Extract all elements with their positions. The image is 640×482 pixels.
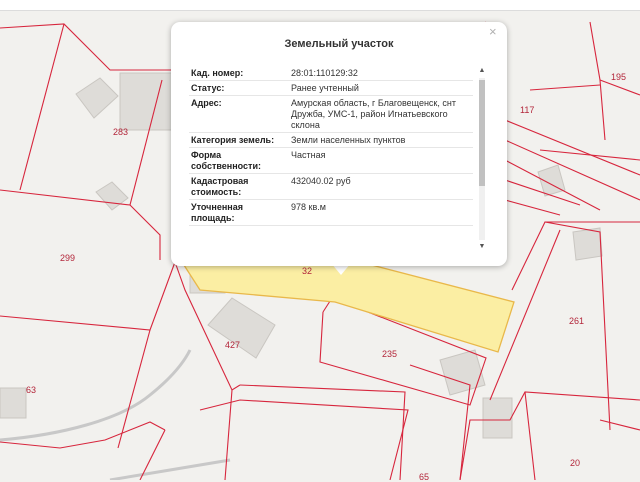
building	[572, 227, 603, 261]
parcel-label: 299	[60, 253, 76, 263]
info-key: Уточненная площадь:	[191, 202, 243, 223]
parcel-label: 283	[113, 127, 129, 137]
info-key: Кадастровая стоимость:	[191, 176, 249, 197]
building	[0, 387, 27, 419]
close-icon[interactable]: ×	[489, 25, 497, 39]
info-key: Кад. номер:	[191, 68, 244, 78]
info-key: Статус:	[191, 83, 225, 93]
info-row: Категория земель: Земли населенных пункт…	[189, 133, 473, 148]
parcel-label: 261	[569, 316, 585, 326]
scroll-up-icon[interactable]: ▲	[476, 66, 488, 76]
info-row: Кад. номер: 28:01:110129:32	[189, 66, 473, 81]
parcel-info-popup: × Земельный участок Кад. номер: 28:01:11…	[171, 22, 507, 266]
info-value: Частная	[291, 150, 326, 160]
info-row: Статус: Ранее учтенный	[189, 81, 473, 96]
info-value: 28:01:110129:32	[291, 68, 358, 78]
parcel-info-table[interactable]: Кад. номер: 28:01:110129:32 Статус: Ране…	[189, 66, 473, 252]
scroll-down-icon[interactable]: ▼	[476, 242, 488, 252]
building	[119, 72, 173, 131]
info-value: 978 кв.м	[291, 202, 326, 212]
info-key: Форма собственности:	[191, 150, 261, 171]
parcel-label: 20	[570, 458, 581, 468]
info-row: Кадастровая стоимость: 432040.02 руб	[189, 174, 473, 200]
scroll-thumb[interactable]	[479, 80, 485, 186]
info-value: Ранее учтенный	[291, 83, 359, 93]
popup-title: Земельный участок	[284, 38, 394, 50]
info-key: Адрес:	[191, 98, 222, 108]
parcel-label: 65	[419, 472, 430, 482]
info-value: Амурская область, г Благовещенск, снт Др…	[291, 98, 456, 130]
parcel-label: 32	[302, 266, 313, 276]
info-row: Уточненная площадь: 978 кв.м	[189, 200, 473, 226]
top-bar	[0, 0, 640, 11]
info-value: Земли населенных пунктов	[291, 135, 406, 145]
info-row: Адрес: Амурская область, г Благовещенск,…	[189, 96, 473, 133]
popup-scrollbar[interactable]: ▲ ▼	[476, 66, 488, 252]
parcel-label: 235	[382, 349, 398, 359]
building	[482, 397, 513, 439]
parcel-label: 427	[225, 340, 241, 350]
parcel-label: 63	[26, 385, 37, 395]
parcel-label: 195	[611, 72, 627, 82]
parcel-label: 117	[520, 105, 535, 115]
info-row: Форма собственности: Частная	[189, 148, 473, 174]
info-value: 432040.02 руб	[291, 176, 351, 186]
info-key: Категория земель:	[191, 135, 275, 145]
